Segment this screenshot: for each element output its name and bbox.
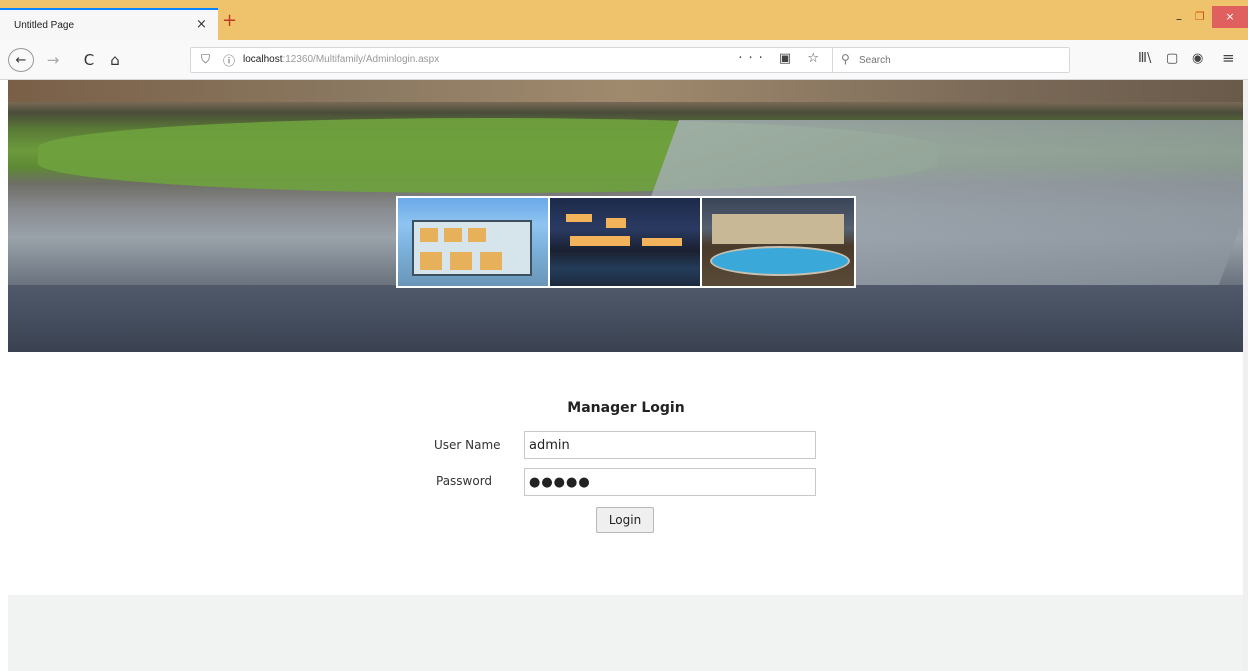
search-icon: ⚲ — [841, 52, 850, 66]
banner-house-facade — [8, 80, 1243, 102]
username-label: User Name — [434, 438, 501, 452]
password-field[interactable] — [524, 468, 816, 496]
login-title: Manager Login — [567, 400, 685, 416]
reload-icon[interactable]: C — [80, 48, 98, 72]
new-tab-button[interactable]: + — [222, 12, 237, 30]
home-icon[interactable]: ⌂ — [106, 48, 124, 72]
address-bar[interactable]: ⛉ ⓘ localhost:12360/Multifamily/Adminlog… — [190, 47, 836, 73]
username-field[interactable] — [524, 431, 816, 459]
search-bar[interactable]: ⚲ — [832, 47, 1070, 73]
page-actions-icons[interactable]: ··· ▣ ☆ — [738, 51, 825, 66]
tracking-shield-icon[interactable]: ⛉ — [201, 52, 210, 67]
page-footer — [8, 595, 1243, 671]
villa-building — [712, 214, 844, 244]
tab-close-icon[interactable]: × — [196, 17, 207, 32]
browser-tab[interactable]: Untitled Page × — [0, 8, 218, 40]
minimize-icon[interactable]: – — [1176, 12, 1182, 26]
url-host: localhost — [243, 54, 283, 65]
maximize-icon[interactable]: ❐ — [1195, 10, 1205, 23]
swimming-pool — [710, 246, 850, 276]
browser-tab-strip: Untitled Page × + – ❐ × — [0, 0, 1248, 40]
sidebar-icon[interactable]: ▢ — [1166, 51, 1178, 66]
back-icon[interactable]: ← — [8, 48, 34, 72]
library-icon[interactable]: Ⅲ\ — [1138, 51, 1151, 66]
tab-title: Untitled Page — [14, 20, 75, 31]
account-icon[interactable]: ◉ — [1192, 51, 1203, 66]
page-scrollbar[interactable] — [1243, 80, 1248, 671]
window-close-icon[interactable]: × — [1212, 6, 1248, 28]
modern-house-building — [412, 220, 532, 276]
dusk-house-thumbnail — [550, 198, 700, 286]
site-info-icon[interactable]: ⓘ — [223, 52, 235, 69]
pool-villa-thumbnail — [702, 198, 854, 286]
modern-house-thumbnail — [398, 198, 548, 286]
url-text[interactable]: localhost:12360/Multifamily/Adminlogin.a… — [243, 54, 439, 65]
menu-icon[interactable]: ≡ — [1222, 49, 1235, 67]
image-gallery — [396, 196, 856, 288]
search-input[interactable] — [859, 52, 1059, 68]
url-path: :12360/Multifamily/Adminlogin.aspx — [282, 54, 440, 65]
banner-road — [8, 285, 1243, 352]
password-label: Password — [436, 474, 493, 488]
browser-nav-bar: ← → C ⌂ ⛉ ⓘ localhost:12360/Multifamily/… — [0, 40, 1248, 80]
login-button[interactable]: Login — [596, 507, 654, 533]
forward-icon[interactable]: → — [44, 48, 62, 72]
